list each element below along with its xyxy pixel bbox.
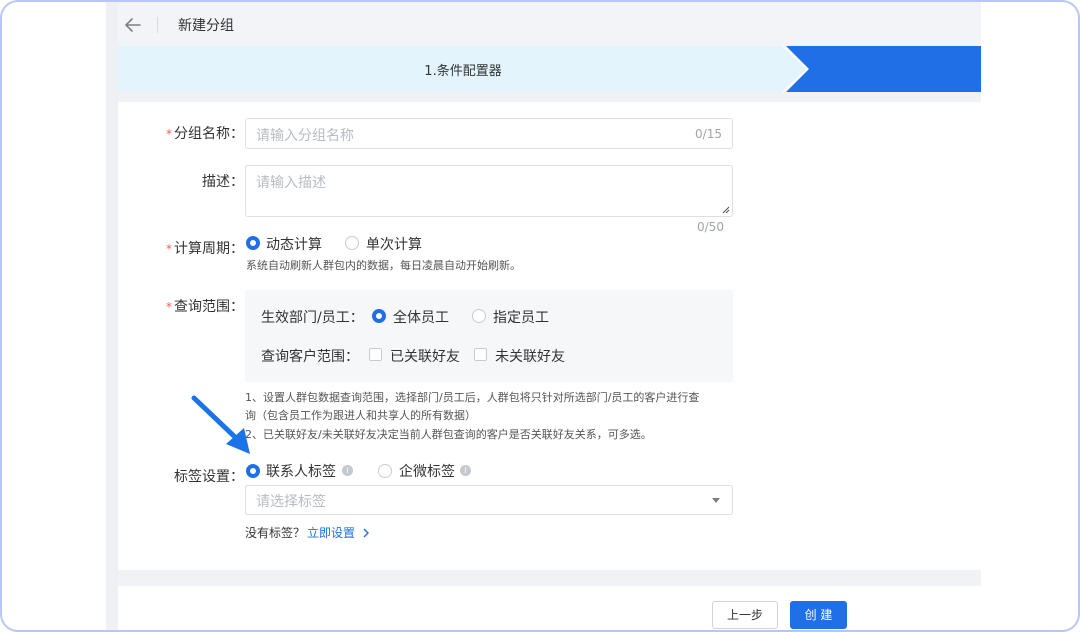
specific-employees-label[interactable]: 指定员工	[493, 307, 549, 327]
wecom-tag-label[interactable]: 企微标签	[399, 461, 455, 481]
footer-bar: 上一步 创 建	[118, 586, 981, 630]
setup-now-link[interactable]: 立即设置	[307, 524, 370, 541]
app-panel: 新建分组 1.条件配置器 * 分组名称： 请输入分组名称 0/15 描述： 请输…	[118, 2, 981, 630]
tag-select[interactable]: 请选择标签	[245, 485, 733, 515]
scope-note-3: 2、已关联好友/未关联好友决定当前人群包查询的客户是否关联好友关系，可多选。	[245, 428, 652, 441]
radio-dynamic-calc[interactable]	[246, 236, 260, 250]
tag-settings-label: 标签设置：	[174, 469, 244, 485]
setup-now-label: 立即设置	[307, 526, 356, 540]
query-scope-label-text: 查询范围：	[174, 299, 244, 315]
description-label: 描述：	[202, 174, 244, 190]
tag-select-placeholder: 请选择标签	[256, 494, 326, 510]
prev-step-button[interactable]: 上一步	[712, 601, 778, 629]
linked-friends-label[interactable]: 已关联好友	[390, 346, 460, 366]
required-asterisk: *	[166, 300, 172, 314]
radio-specific-employees[interactable]	[472, 309, 486, 323]
radio-all-employees[interactable]	[372, 309, 386, 323]
group-name-input[interactable]: 请输入分组名称 0/15	[245, 118, 733, 149]
resize-handle-icon[interactable]	[722, 206, 730, 214]
radio-contact-tag[interactable]	[246, 464, 260, 478]
step-bar: 1.条件配置器	[118, 46, 981, 92]
checkbox-linked-friends[interactable]	[369, 348, 382, 361]
group-name-label: * 分组名称：	[152, 123, 244, 143]
right-gutter	[981, 2, 1078, 630]
step-1-label: 1.条件配置器	[424, 64, 502, 79]
query-scope-box: 生效部门/员工： 全体员工 指定员工 查询客户范围： 已关联好友 未关联好友	[245, 290, 733, 382]
wecom-tag-info-icon[interactable]: i	[460, 465, 471, 476]
unlinked-friends-label[interactable]: 未关联好友	[495, 346, 565, 366]
group-name-label-text: 分组名称：	[174, 126, 244, 142]
calc-period-label-text: 计算周期：	[174, 241, 244, 257]
calc-period-hint: 系统自动刷新人群包内的数据，每日凌晨自动开始刷新。	[246, 259, 521, 272]
scope-note-1: 1、设置人群包数据查询范围，选择部门/员工后，人群包将只针对所选部门/员工的客户…	[245, 391, 700, 404]
customer-scope-label: 查询客户范围：	[261, 349, 359, 365]
all-employees-label[interactable]: 全体员工	[393, 307, 449, 327]
caret-down-icon	[712, 498, 720, 503]
calc-period-label: * 计算周期：	[152, 238, 244, 258]
topbar-divider	[157, 17, 158, 33]
group-name-counter: 0/15	[695, 127, 722, 141]
scope-note-2: 询（包含员工作为跟进人和共享人的所有数据）	[245, 409, 476, 422]
left-gutter	[2, 2, 106, 630]
topbar: 新建分组	[118, 2, 981, 46]
no-tag-text: 没有标签？	[245, 526, 306, 540]
contact-tag-info-icon[interactable]: i	[342, 465, 353, 476]
description-counter: 0/50	[697, 220, 724, 234]
required-asterisk: *	[166, 242, 172, 256]
screenshot-frame: 新建分组 1.条件配置器 * 分组名称： 请输入分组名称 0/15 描述： 请输…	[0, 0, 1080, 632]
required-asterisk: *	[166, 127, 172, 141]
chevron-right-icon	[363, 528, 369, 538]
contact-tag-label[interactable]: 联系人标签	[266, 461, 336, 481]
radio-single-calc[interactable]	[345, 236, 359, 250]
description-placeholder: 请输入描述	[256, 175, 326, 191]
create-button[interactable]: 创 建	[790, 601, 847, 629]
query-scope-label: * 查询范围：	[152, 296, 244, 316]
checkbox-unlinked-friends[interactable]	[474, 348, 487, 361]
annotation-arrow-icon	[191, 395, 250, 454]
description-textarea[interactable]: 请输入描述	[245, 165, 733, 217]
dept-employee-label: 生效部门/员工：	[261, 310, 364, 326]
step-1: 1.条件配置器	[118, 46, 808, 92]
page-title: 新建分组	[178, 18, 234, 34]
arrow-left-icon	[125, 18, 141, 32]
left-strip	[106, 2, 118, 630]
step-2	[782, 46, 981, 92]
form-card: * 分组名称： 请输入分组名称 0/15 描述： 请输入描述 0/50 * 计算周期…	[118, 102, 981, 570]
group-name-placeholder: 请输入分组名称	[256, 128, 354, 144]
dynamic-calc-label[interactable]: 动态计算	[266, 234, 322, 254]
back-button[interactable]	[122, 15, 144, 35]
single-calc-label[interactable]: 单次计算	[366, 234, 422, 254]
radio-wecom-tag[interactable]	[378, 464, 392, 478]
